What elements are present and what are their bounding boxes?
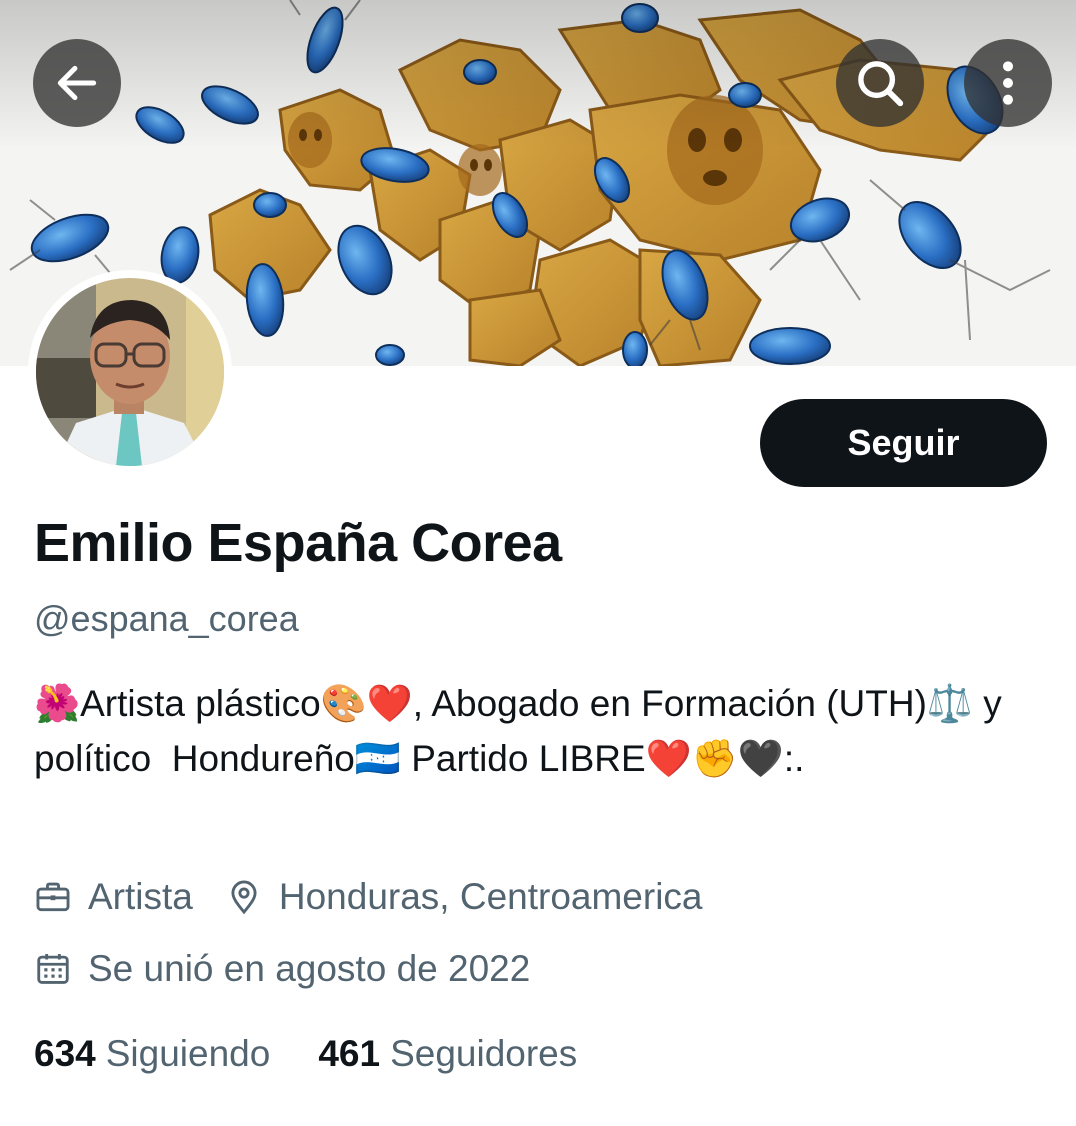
search-icon [858, 61, 904, 107]
following-count: 634 [34, 1033, 96, 1074]
profile-category: Artista [88, 876, 193, 917]
arrow-left-icon [57, 65, 97, 101]
profile-meta-row: Artista Honduras, Centroamerica [34, 876, 703, 918]
avatar-photo [36, 278, 224, 466]
search-button[interactable] [836, 39, 924, 127]
profile-joined-date: Se unió en agosto de 2022 [88, 948, 531, 989]
profile-location: Honduras, Centroamerica [278, 876, 703, 917]
more-options-button[interactable] [964, 39, 1052, 127]
following-label: Siguiendo [105, 1033, 271, 1074]
followers-count: 461 [318, 1033, 381, 1074]
profile-bio: 🌺Artista plástico🎨❤️, Abogado en Formaci… [34, 683, 1013, 779]
more-vertical-icon [1003, 61, 1013, 105]
profile-joined-row: Se unió en agosto de 2022 [34, 948, 530, 990]
profile-stats: 634 Siguiendo 461 Seguidores [34, 1033, 577, 1075]
following-link[interactable]: 634 Siguiendo [34, 1033, 270, 1075]
back-button[interactable] [33, 39, 121, 127]
calendar-icon [37, 953, 69, 984]
follow-button[interactable]: Seguir [760, 399, 1047, 487]
location-pin-icon [231, 880, 257, 915]
profile-avatar[interactable] [28, 270, 232, 474]
briefcase-icon [36, 882, 70, 912]
followers-label: Seguidores [390, 1033, 578, 1074]
profile-handle: @espana_corea [34, 598, 299, 639]
followers-link[interactable]: 461 Seguidores [318, 1033, 577, 1075]
profile-display-name: Emilio España Corea [34, 513, 562, 573]
